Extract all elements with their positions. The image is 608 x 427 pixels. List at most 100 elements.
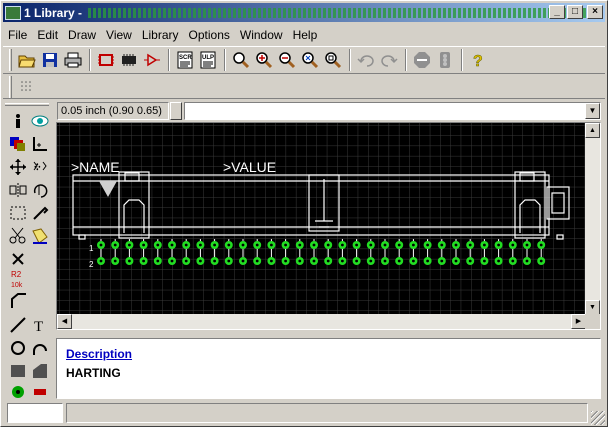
menu-help[interactable]: Help (288, 28, 323, 42)
cut-icon[interactable] (8, 226, 28, 246)
zoom-fit-icon[interactable] (230, 49, 252, 71)
mark-icon[interactable] (30, 134, 50, 154)
menu-bar: File Edit Draw View Library Options Wind… (3, 25, 322, 44)
pin-label-1: 1 (89, 244, 94, 253)
drawing-area: >NAME >VALUE 1 2 ▲ ▼ ◀ ▶ (56, 122, 601, 330)
value-label: >VALUE (223, 159, 276, 175)
main-toolbar: SCR ULP ? (3, 46, 605, 74)
title-bar: 1 Library - _ □ × (3, 3, 605, 22)
save-icon[interactable] (39, 49, 61, 71)
wire-icon[interactable] (8, 315, 28, 335)
svg-text:T: T (34, 319, 43, 333)
group-icon[interactable] (8, 203, 28, 223)
chevron-down-icon[interactable]: ▼ (585, 103, 600, 119)
scroll-up-button[interactable]: ▲ (585, 123, 600, 138)
close-button[interactable]: × (587, 5, 603, 19)
symbol-icon[interactable] (141, 49, 163, 71)
zoom-redraw-icon[interactable] (299, 49, 321, 71)
rect-icon[interactable] (8, 361, 28, 381)
minimize-button[interactable]: _ (549, 5, 565, 19)
description-panel: Description HARTING (56, 338, 601, 399)
ulp-icon[interactable]: ULP (197, 49, 219, 71)
layer-icon[interactable] (8, 134, 28, 154)
script-icon[interactable]: SCR (174, 49, 196, 71)
rotate-icon[interactable] (30, 180, 50, 200)
toolbar-grip[interactable] (5, 103, 49, 106)
maximize-button[interactable]: □ (567, 5, 583, 19)
menu-draw[interactable]: Draw (63, 28, 101, 42)
move-icon[interactable] (8, 157, 28, 177)
copy-icon[interactable]: ᠅ (30, 157, 50, 177)
status-bar (3, 401, 605, 425)
package-icon[interactable] (118, 49, 140, 71)
menu-file[interactable]: File (3, 28, 32, 42)
app-icon[interactable] (5, 5, 21, 20)
toolbar-separator (405, 49, 407, 71)
horizontal-scrollbar[interactable]: ◀ ▶ (57, 314, 586, 329)
command-line-input[interactable]: ▼ (184, 102, 601, 120)
window-title: 1 Library - (24, 5, 83, 20)
package-drawing: >NAME >VALUE 1 2 (57, 123, 586, 315)
app-window: 1 Library - _ □ × File Edit Draw View Li… (0, 0, 608, 427)
status-field-input[interactable] (7, 403, 63, 423)
smd-icon[interactable] (30, 382, 50, 402)
resize-grip[interactable] (591, 411, 605, 425)
svg-text:?: ? (473, 53, 483, 69)
zoom-out-icon[interactable] (276, 49, 298, 71)
menu-options[interactable]: Options (184, 28, 235, 42)
toolbar-grip[interactable] (9, 49, 12, 71)
svg-text:SCR: SCR (179, 55, 192, 61)
command-toolbar: ᠅ R2 10k T (3, 101, 53, 401)
svg-text:10k: 10k (11, 282, 23, 289)
paste-icon[interactable] (30, 226, 50, 246)
menu-window[interactable]: Window (235, 28, 288, 42)
change-icon[interactable] (30, 203, 50, 223)
grid-icon[interactable] (16, 76, 38, 98)
description-text: HARTING (66, 366, 121, 380)
eye-icon[interactable] (30, 111, 50, 131)
toolbar-separator (224, 49, 226, 71)
command-history-button[interactable] (170, 102, 182, 120)
text-icon[interactable]: T (30, 315, 50, 335)
print-icon[interactable] (62, 49, 84, 71)
schematic-icon[interactable] (95, 49, 117, 71)
svg-text:ULP: ULP (202, 55, 214, 61)
scroll-down-button[interactable]: ▼ (585, 300, 600, 315)
delete-icon[interactable] (8, 249, 28, 269)
description-heading[interactable]: Description (66, 347, 591, 361)
secondary-toolbar (3, 75, 605, 99)
pin-label-2: 2 (89, 260, 94, 269)
zoom-select-icon[interactable] (322, 49, 344, 71)
name-icon[interactable]: R2 10k (8, 269, 28, 289)
toolbar-separator (461, 49, 463, 71)
miter-icon[interactable] (8, 291, 28, 311)
vertical-scrollbar[interactable]: ▲ ▼ (585, 123, 600, 315)
via-icon[interactable] (8, 382, 28, 402)
scroll-left-button[interactable]: ◀ (57, 314, 72, 329)
open-icon[interactable] (16, 49, 38, 71)
name-label: >NAME (71, 159, 120, 175)
info-icon[interactable] (8, 111, 28, 131)
package-canvas[interactable]: >NAME >VALUE 1 2 (57, 123, 586, 315)
redo-icon[interactable] (378, 49, 400, 71)
toolbar-grip[interactable] (9, 75, 12, 98)
coordinate-display: 0.05 inch (0.90 0.65) (57, 102, 169, 120)
status-field-message (66, 403, 588, 423)
menu-edit[interactable]: Edit (32, 28, 63, 42)
toolbar-separator (89, 49, 91, 71)
circle-icon[interactable] (8, 338, 28, 358)
scroll-right-button[interactable]: ▶ (571, 314, 586, 329)
arc-icon[interactable] (30, 338, 50, 358)
go-icon[interactable] (434, 49, 456, 71)
menu-library[interactable]: Library (137, 28, 184, 42)
grid (57, 123, 586, 315)
toolbar-separator (168, 49, 170, 71)
svg-text:R2: R2 (11, 270, 22, 279)
zoom-in-icon[interactable] (253, 49, 275, 71)
polygon-icon[interactable] (30, 361, 50, 381)
stop-icon[interactable] (411, 49, 433, 71)
mirror-icon[interactable] (8, 180, 28, 200)
help-icon[interactable]: ? (467, 49, 489, 71)
undo-icon[interactable] (355, 49, 377, 71)
menu-view[interactable]: View (101, 28, 137, 42)
